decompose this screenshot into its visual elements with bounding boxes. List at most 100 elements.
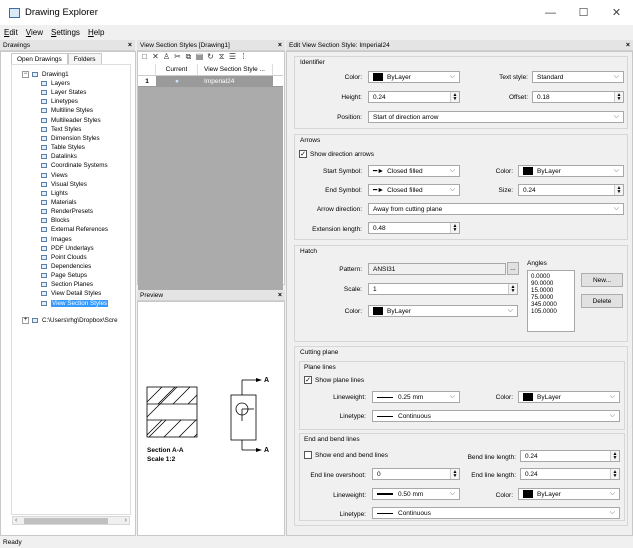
tree-item[interactable]: RenderPresets — [40, 207, 93, 216]
table-row[interactable]: 1 ● Imperial24 — [138, 76, 283, 86]
tree-item[interactable]: Multiline Styles — [40, 106, 93, 115]
expand-icon[interactable]: + — [22, 317, 29, 324]
tree-item[interactable]: Images — [40, 235, 72, 244]
linetype2-select[interactable]: Continuous ⌵ — [372, 507, 620, 519]
details-view-icon[interactable]: ☰ — [228, 52, 237, 61]
style-name-cell[interactable]: Imperial24 — [198, 76, 273, 86]
height-field[interactable]: 0.24 ▲ ▼ — [368, 91, 460, 103]
tree-item[interactable]: Layer States — [40, 88, 86, 97]
tree-item[interactable]: Table Styles — [40, 143, 85, 152]
styles-panel-close-icon[interactable]: × — [278, 42, 282, 49]
column-style-name[interactable]: View Section Style ... — [198, 64, 273, 75]
drawings-panel-close-icon[interactable]: × — [128, 42, 132, 49]
offset-spinner-icon[interactable]: ▲ ▼ — [614, 92, 623, 102]
menu-edit[interactable]: Edit — [4, 28, 18, 37]
identifier-color-select[interactable]: ByLayer ⌵ — [368, 71, 460, 83]
overshoot-spinner-icon[interactable]: ▲ ▼ — [450, 469, 459, 479]
new-style-icon[interactable]: □ — [140, 52, 149, 61]
tree-item[interactable]: Multileader Styles — [40, 116, 101, 125]
pattern-browse-button[interactable]: ... — [507, 262, 519, 275]
column-current[interactable]: Current — [156, 64, 198, 75]
bend-spinner-icon[interactable]: ▲ ▼ — [610, 451, 619, 461]
hatch-color-select[interactable]: ByLayer ⌵ — [368, 305, 518, 317]
plane-color-select[interactable]: ByLayer ⌵ — [518, 391, 620, 403]
tree-item[interactable]: PDF Underlays — [40, 244, 94, 253]
tree-item[interactable]: Point Clouds — [40, 253, 87, 262]
list-item[interactable]: 345.0000 — [531, 301, 571, 308]
angles-list[interactable]: 0.0000 90.0000 15.0000 75.0000 345.0000 105.0… — [527, 270, 575, 332]
end-color-select[interactable]: ByLayer ⌵ — [518, 488, 620, 500]
tree-item[interactable]: Dimension Styles — [40, 134, 100, 143]
scale-field[interactable]: 1 ▲ ▼ — [368, 283, 518, 295]
tree-item[interactable]: Lights — [40, 189, 68, 198]
show-direction-arrows-checkbox[interactable]: ✓ Show direction arrows — [299, 150, 374, 158]
collapse-icon[interactable]: − — [22, 71, 29, 78]
linetype-select[interactable]: Continuous ⌵ — [372, 410, 620, 422]
preview-close-icon[interactable]: × — [278, 292, 282, 299]
scroll-left-icon[interactable]: ‹ — [15, 517, 17, 524]
tab-folders[interactable]: Folders — [67, 53, 102, 64]
list-item[interactable]: 75.0000 — [531, 294, 571, 301]
offset-field[interactable]: 0.18 ▲ ▼ — [532, 91, 624, 103]
list-item[interactable]: 90.0000 — [531, 280, 571, 287]
extension-length-field[interactable]: 0.48 ▲ ▼ — [368, 222, 460, 234]
arrow-direction-select[interactable]: Away from cutting plane ⌵ — [368, 203, 624, 215]
tree-item[interactable]: External References — [40, 225, 108, 234]
tree-item[interactable]: Visual Styles — [40, 180, 87, 189]
lineweight-select[interactable]: 0.25 mm ⌵ — [372, 391, 460, 403]
tree-item[interactable]: Section Planes — [40, 280, 93, 289]
scale-spinner-icon[interactable]: ▲ ▼ — [508, 284, 517, 294]
tree-item[interactable]: View Detail Styles — [40, 289, 101, 298]
tree-item[interactable]: Blocks — [40, 216, 70, 225]
size-spinner-icon[interactable]: ▲ ▼ — [614, 185, 623, 195]
tree-item[interactable]: Linetypes — [40, 97, 78, 106]
tree-item[interactable]: Text Styles — [40, 125, 81, 134]
scroll-thumb[interactable] — [24, 518, 108, 524]
text-style-select[interactable]: Standard ⌵ — [532, 71, 624, 83]
delete-angle-button[interactable]: Delete — [581, 294, 623, 308]
arrow-color-select[interactable]: ByLayer ⌵ — [518, 165, 624, 177]
close-button[interactable]: ✕ — [600, 0, 633, 25]
cut-icon[interactable]: ✂ — [173, 52, 182, 61]
pattern-field[interactable]: ANSI31 — [368, 263, 506, 275]
tree-item[interactable]: Materials — [40, 198, 77, 207]
tree-node-folder[interactable]: + C:\Users\rhg\Dropbox\Scre — [22, 316, 118, 325]
tiles-view-icon[interactable]: ⁞ — [239, 52, 248, 61]
tree-horizontal-scrollbar[interactable]: ‹ › — [12, 516, 130, 525]
height-spinner-icon[interactable]: ▲ ▼ — [450, 92, 459, 102]
tree-item[interactable]: View Section Styles — [40, 299, 109, 308]
purge-icon[interactable]: ♙ — [162, 52, 171, 61]
tree-item[interactable]: Page Setups — [40, 271, 87, 280]
maximize-button[interactable]: ☐ — [567, 0, 600, 25]
tab-open-drawings[interactable]: Open Drawings — [11, 53, 68, 64]
bend-line-length-field[interactable]: 0.24 ▲ ▼ — [520, 450, 620, 462]
edit-style-close-icon[interactable]: × — [626, 42, 630, 49]
position-select[interactable]: Start of direction arrow ⌵ — [368, 111, 624, 123]
tree-item[interactable]: Layers — [40, 79, 70, 88]
new-angle-button[interactable]: New... — [581, 273, 623, 287]
show-plane-lines-checkbox[interactable]: ✓ Show plane lines — [304, 376, 364, 384]
list-item[interactable]: 105.0000 — [531, 308, 571, 315]
extension-spinner-icon[interactable]: ▲ ▼ — [450, 223, 459, 233]
tree-node-root[interactable]: − Drawing1 — [22, 70, 69, 79]
end-line-overshoot-field[interactable]: 0 ▲ ▼ — [372, 468, 460, 480]
end-line-length-field[interactable]: 0.24 ▲ ▼ — [520, 468, 620, 480]
list-item[interactable]: 0.0000 — [531, 273, 571, 280]
menu-view[interactable]: View — [26, 28, 43, 37]
tree-item[interactable]: Coordinate Systems — [40, 161, 108, 170]
endlen-spinner-icon[interactable]: ▲ ▼ — [610, 469, 619, 479]
scroll-right-icon[interactable]: › — [125, 517, 127, 524]
show-end-bend-checkbox[interactable]: Show end and bend lines — [304, 451, 388, 459]
menu-help[interactable]: Help — [88, 28, 104, 37]
start-symbol-select[interactable]: ━► Closed filled ⌵ — [368, 165, 460, 177]
paste-icon[interactable]: ▤ — [195, 52, 204, 61]
menu-settings[interactable]: Settings — [51, 28, 80, 37]
tree-item[interactable]: Datalinks — [40, 152, 77, 161]
current-indicator-icon[interactable]: ● — [156, 76, 198, 86]
delete-style-icon[interactable]: ✕ — [151, 52, 160, 61]
tree-item[interactable]: Views — [40, 171, 68, 180]
refresh-icon[interactable]: ↻ — [206, 52, 215, 61]
list-item[interactable]: 15.0000 — [531, 287, 571, 294]
minimize-button[interactable]: — — [534, 0, 567, 25]
copy-icon[interactable]: ⧉ — [184, 52, 193, 61]
